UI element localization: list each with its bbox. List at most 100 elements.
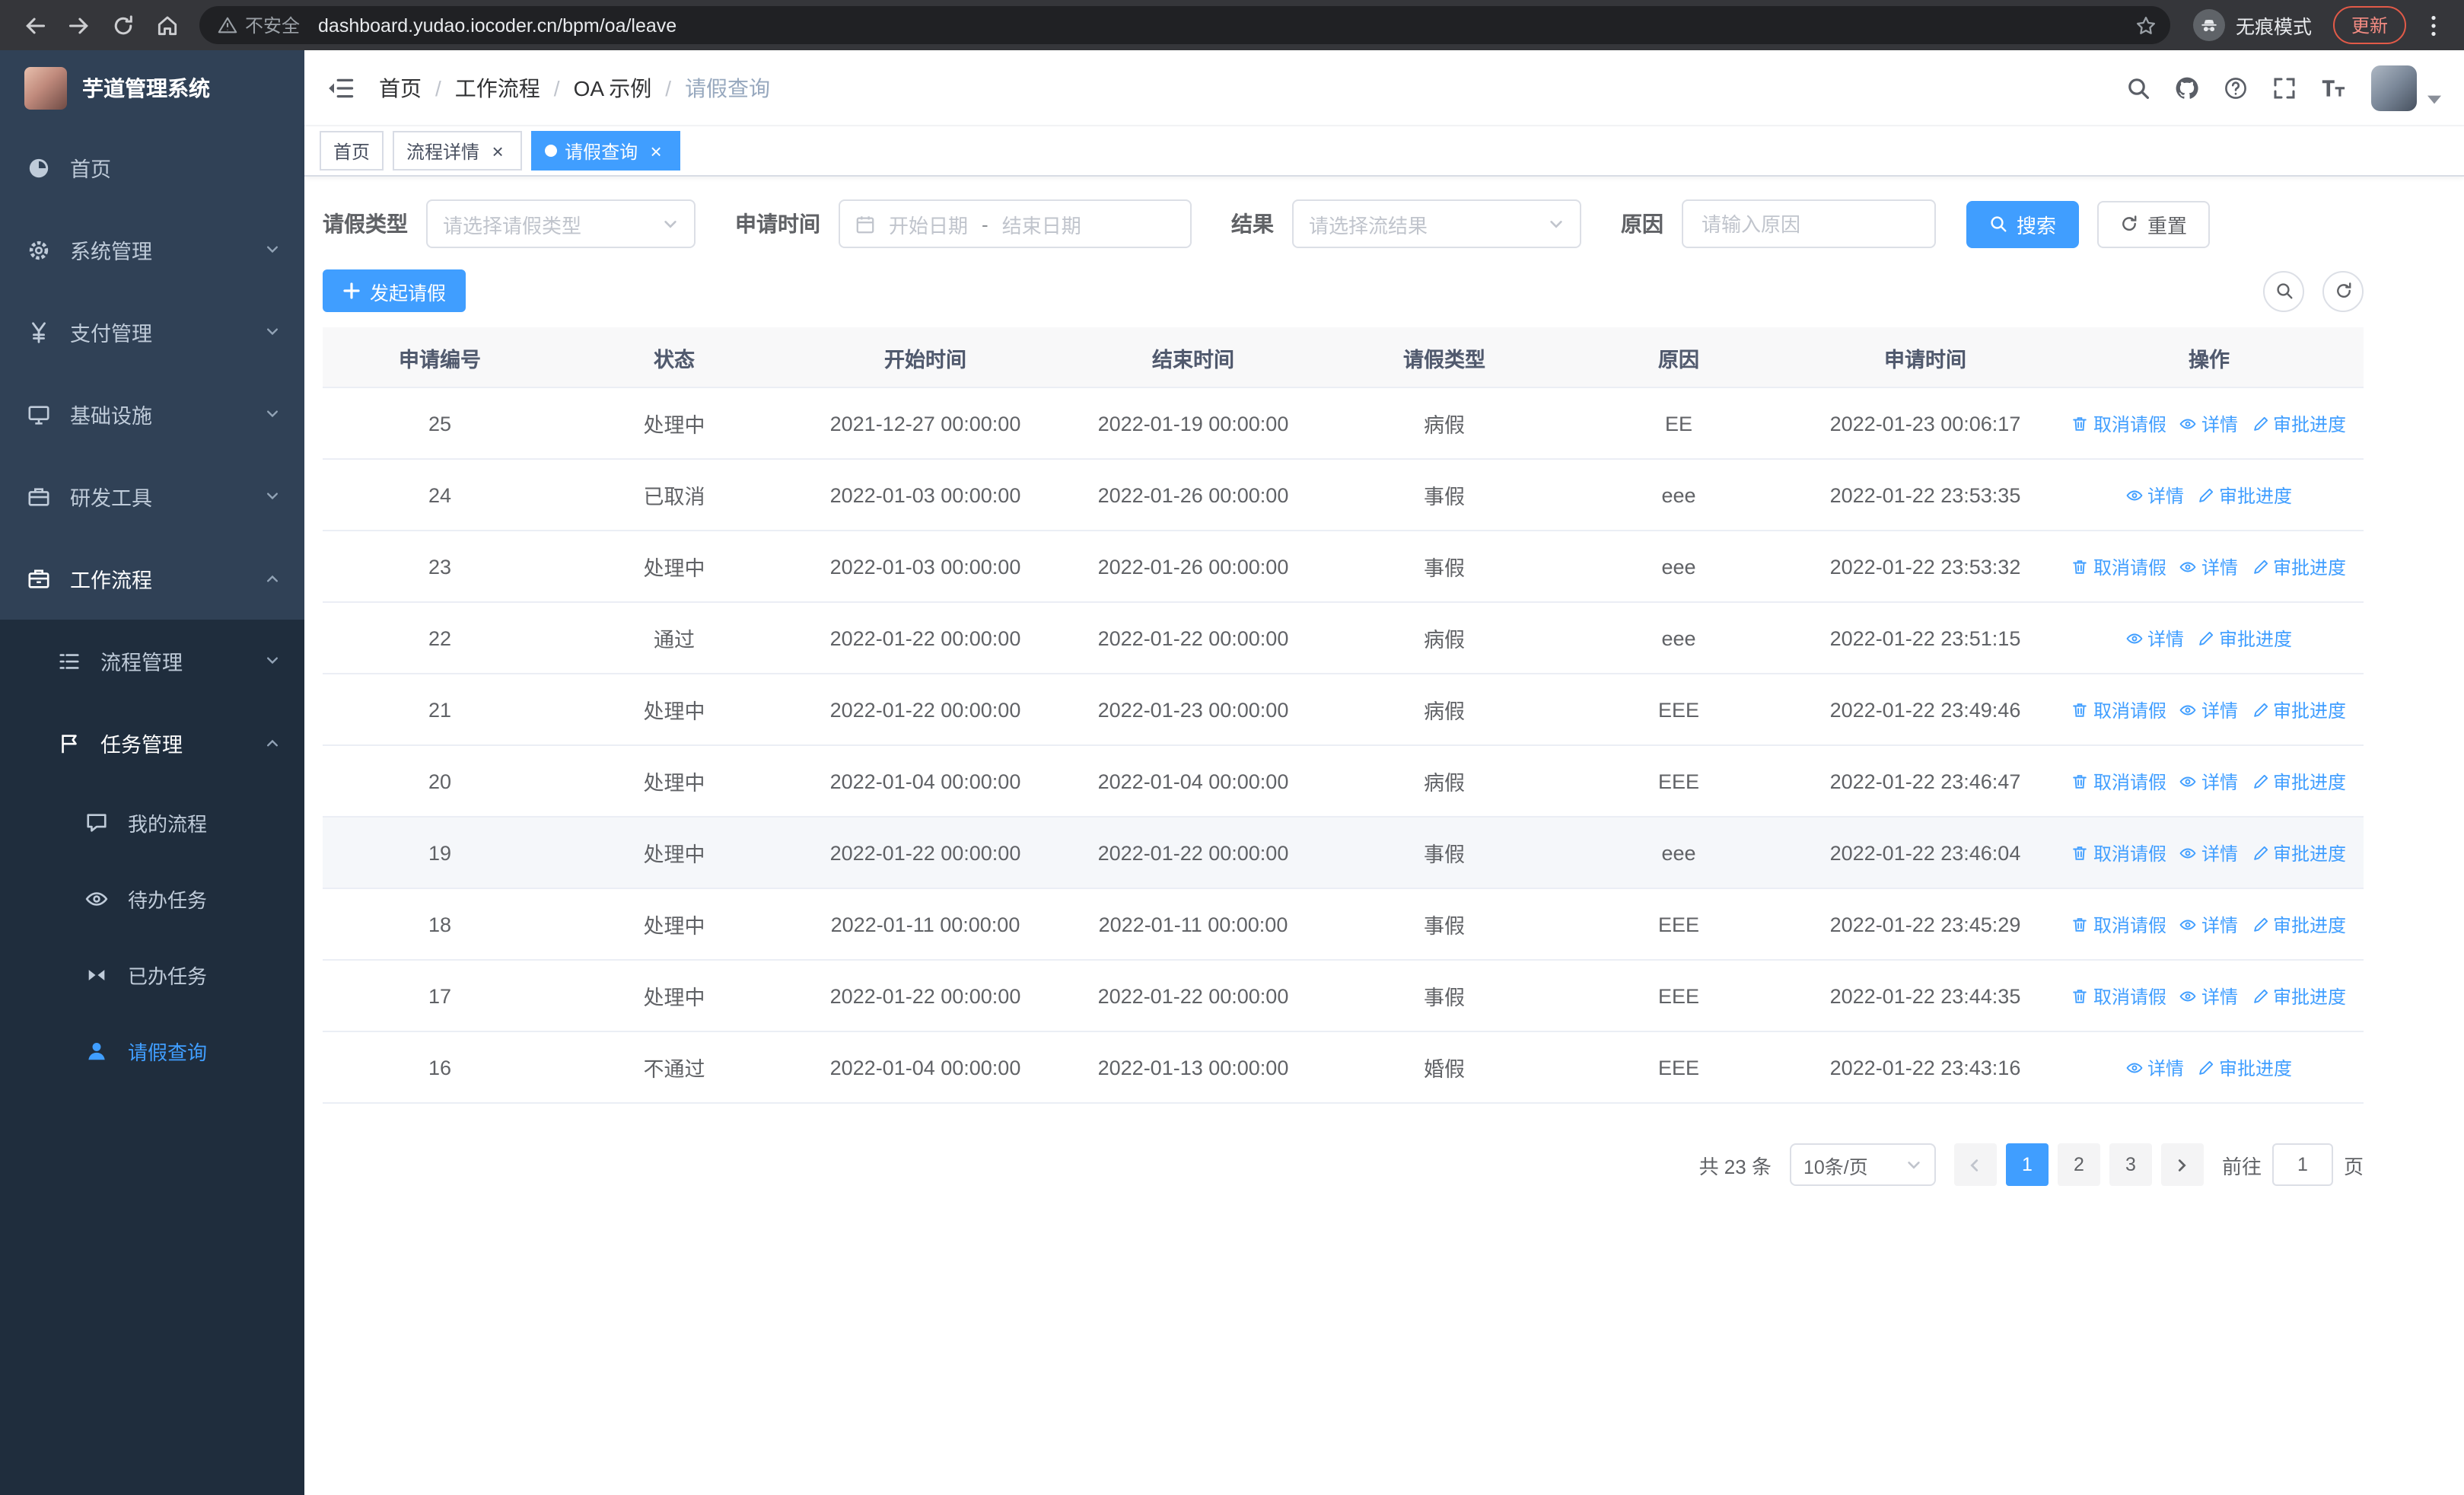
action-cancel-link[interactable]: 取消请假: [2072, 768, 2166, 794]
close-icon[interactable]: ×: [645, 140, 667, 161]
action-label: 审批进度: [2219, 485, 2293, 506]
result-select[interactable]: 请选择流结果: [1292, 199, 1581, 248]
sidebar-item-leave-query[interactable]: 请假查询: [0, 1012, 304, 1089]
calendar-icon: [855, 214, 875, 234]
breadcrumb-item[interactable]: OA 示例: [574, 72, 652, 103]
prev-page-button[interactable]: [1953, 1143, 1997, 1186]
action-detail-link[interactable]: 详情: [2180, 911, 2238, 937]
sidebar-item-infrastructure[interactable]: 基础设施: [0, 373, 304, 455]
breadcrumb-item[interactable]: 首页: [379, 72, 422, 103]
close-icon[interactable]: ×: [487, 140, 508, 161]
sidebar-item-home[interactable]: 首页: [0, 126, 304, 209]
user-avatar[interactable]: [2371, 65, 2417, 110]
caret-down-icon[interactable]: [2427, 93, 2441, 107]
font-size-button[interactable]: [2310, 65, 2356, 110]
action-cancel-link[interactable]: 取消请假: [2072, 840, 2166, 865]
eye-icon: [2126, 1059, 2143, 1076]
sidebar-item-devtools[interactable]: 研发工具: [0, 455, 304, 537]
address-bar[interactable]: 不安全 dashboard.yudao.iocoder.cn/bpm/oa/le…: [199, 6, 2170, 44]
action-progress-link[interactable]: 审批进度: [2252, 410, 2346, 436]
action-progress-link[interactable]: 审批进度: [2252, 983, 2346, 1009]
action-progress-link[interactable]: 审批进度: [2198, 1054, 2292, 1080]
search-button[interactable]: 搜索: [1966, 200, 2080, 247]
eye-icon: [2180, 916, 2197, 932]
action-progress-link[interactable]: 审批进度: [2252, 696, 2346, 722]
browser-home-button[interactable]: [146, 5, 187, 46]
workflow-icon: [27, 567, 50, 590]
apply-time-range-picker[interactable]: 开始日期 - 结束日期: [839, 199, 1192, 248]
browser-back-button[interactable]: [14, 5, 55, 46]
next-page-button[interactable]: [2160, 1143, 2204, 1186]
sidebar-item-payment[interactable]: 支付管理: [0, 291, 304, 373]
cell-reason: eee: [1561, 531, 1796, 603]
action-progress-link[interactable]: 审批进度: [2198, 625, 2292, 651]
action-progress-link[interactable]: 审批进度: [2198, 482, 2292, 508]
table-row: 16 不通过 2022-01-04 00:00:00 2022-01-13 00:00…: [323, 1032, 2364, 1104]
sidebar-item-done-tasks[interactable]: 已办任务: [0, 936, 304, 1012]
page-button-2[interactable]: 2: [2057, 1143, 2100, 1186]
sidebar-fold-button[interactable]: [327, 74, 355, 101]
cell-applied: 2022-01-22 23:49:46: [1796, 674, 2055, 746]
action-progress-link[interactable]: 审批进度: [2252, 768, 2346, 794]
sidebar-item-task-management[interactable]: 任务管理: [0, 702, 304, 784]
page-button-3[interactable]: 3: [2109, 1143, 2152, 1186]
create-leave-button[interactable]: 发起请假: [323, 269, 466, 312]
action-detail-link[interactable]: 详情: [2126, 1054, 2184, 1080]
reset-button[interactable]: 重置: [2097, 200, 2211, 247]
tab-label: 请假查询: [565, 141, 638, 162]
sidebar-item-process-management[interactable]: 流程管理: [0, 620, 304, 702]
bookmark-star-button[interactable]: [2129, 8, 2163, 42]
github-button[interactable]: [2164, 65, 2210, 110]
action-cancel-link[interactable]: 取消请假: [2072, 410, 2166, 436]
reason-label: 原因: [1621, 212, 1663, 236]
cell-reason: EEE: [1561, 674, 1796, 746]
action-detail-link[interactable]: 详情: [2180, 696, 2238, 722]
sidebar-logo[interactable]: 芋道管理系统: [0, 50, 304, 126]
security-label: 不安全: [245, 15, 301, 37]
browser-menu-button[interactable]: [2415, 7, 2452, 43]
tab-process-detail[interactable]: 流程详情 ×: [393, 131, 523, 171]
action-detail-link[interactable]: 详情: [2180, 410, 2238, 436]
browser-update-button[interactable]: 更新: [2332, 6, 2406, 44]
page-size-select[interactable]: 10条/页: [1789, 1143, 1936, 1186]
cell-start: 2022-01-22 00:00:00: [791, 961, 1059, 1032]
action-progress-link[interactable]: 审批进度: [2252, 911, 2346, 937]
action-cancel-link[interactable]: 取消请假: [2072, 696, 2166, 722]
action-detail-link[interactable]: 详情: [2126, 625, 2184, 651]
sidebar-item-workflow[interactable]: 工作流程: [0, 537, 304, 620]
page-button-1[interactable]: 1: [2005, 1143, 2049, 1186]
action-detail-link[interactable]: 详情: [2180, 983, 2238, 1009]
refresh-table-button[interactable]: [2322, 270, 2364, 311]
sidebar-item-todo-tasks[interactable]: 待办任务: [0, 860, 304, 936]
sidebar-item-my-process[interactable]: 我的流程: [0, 784, 304, 860]
help-button[interactable]: [2213, 65, 2259, 110]
tab-leave-query[interactable]: 请假查询 ×: [531, 131, 681, 171]
reason-input[interactable]: [1682, 199, 1936, 248]
action-cancel-link[interactable]: 取消请假: [2072, 983, 2166, 1009]
action-detail-link[interactable]: 详情: [2180, 840, 2238, 865]
task-icon: [58, 732, 81, 754]
eye-icon: [2180, 844, 2197, 861]
action-detail-link[interactable]: 详情: [2180, 768, 2238, 794]
tab-home[interactable]: 首页: [320, 131, 384, 171]
chevron-down-icon: [1548, 215, 1565, 232]
breadcrumb-item[interactable]: 工作流程: [455, 72, 540, 103]
sidebar-item-system[interactable]: 系统管理: [0, 209, 304, 291]
goto-page-input[interactable]: [2271, 1143, 2333, 1186]
action-progress-link[interactable]: 审批进度: [2252, 553, 2346, 579]
action-cancel-link[interactable]: 取消请假: [2072, 553, 2166, 579]
cell-type: 事假: [1327, 531, 1561, 603]
security-status[interactable]: 不安全: [218, 12, 300, 38]
action-detail-link[interactable]: 详情: [2180, 553, 2238, 579]
toggle-search-button[interactable]: [2263, 270, 2304, 311]
leave-type-select[interactable]: 请选择请假类型: [426, 199, 696, 248]
fullscreen-button[interactable]: [2262, 65, 2307, 110]
sidebar-item-label: 待办任务: [128, 888, 208, 911]
chevron-down-icon: [662, 215, 679, 232]
action-cancel-link[interactable]: 取消请假: [2072, 911, 2166, 937]
action-detail-link[interactable]: 详情: [2126, 482, 2184, 508]
header-search-button[interactable]: [2115, 65, 2161, 110]
browser-forward-button[interactable]: [58, 5, 99, 46]
action-progress-link[interactable]: 审批进度: [2252, 840, 2346, 865]
browser-reload-button[interactable]: [102, 5, 143, 46]
